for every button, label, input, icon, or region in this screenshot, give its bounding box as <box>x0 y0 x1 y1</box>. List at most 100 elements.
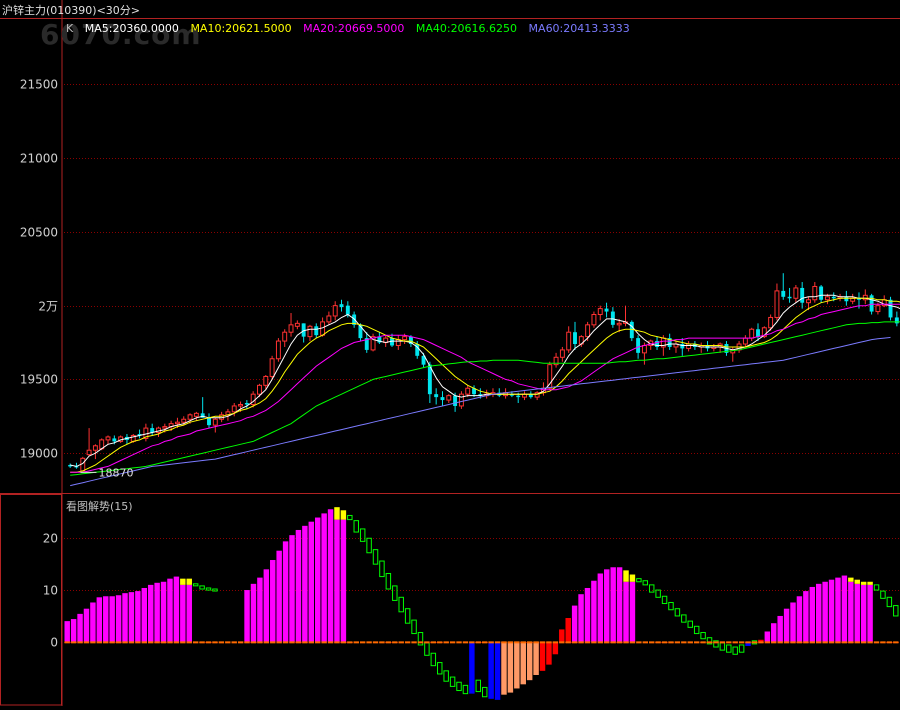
indicator-hollow-bar <box>353 520 359 533</box>
indicator-bar <box>790 602 796 642</box>
indicator-bar <box>867 584 873 642</box>
candle-body <box>162 426 168 429</box>
indicator-bar <box>488 641 494 699</box>
candle-body <box>174 421 180 425</box>
indicator-yellow-cap <box>860 581 867 585</box>
candle-body <box>231 405 237 413</box>
candle-body <box>92 445 98 451</box>
indicator-bar <box>783 608 790 642</box>
candle-body <box>244 403 249 405</box>
indicator-hollow-bar <box>424 642 430 656</box>
indicator-hollow-bar <box>655 589 661 598</box>
candle-body <box>294 322 300 327</box>
indicator-bar <box>154 582 160 642</box>
candle-body <box>781 290 786 297</box>
indicator-bar <box>591 580 597 642</box>
indicator-bar <box>295 529 302 642</box>
indicator-bar <box>270 560 276 642</box>
ma-line-ma20 <box>70 303 900 473</box>
indicator-bar <box>115 595 122 642</box>
candle-body <box>339 304 344 308</box>
indicator-yellow-cap <box>854 579 860 584</box>
indicator-bar <box>494 641 501 700</box>
sub-y-tick-label: 20 <box>43 532 58 546</box>
indicator-bar <box>848 581 854 642</box>
candle-body <box>314 326 319 336</box>
candle-body <box>768 316 774 329</box>
candle-body <box>616 322 622 326</box>
candle-body <box>465 387 471 395</box>
legend-k: K <box>66 22 74 35</box>
indicator-bar <box>526 641 533 681</box>
indicator-bar <box>122 593 128 642</box>
indicator-yellow-cap <box>180 578 186 585</box>
indicator-bar <box>610 567 616 642</box>
indicator-hollow-bar <box>668 601 674 611</box>
candle-body <box>105 436 111 441</box>
indicator-bar <box>70 619 77 642</box>
ma-line-ma10 <box>70 297 900 473</box>
indicator-hollow-bar <box>372 549 379 565</box>
candle-body <box>257 384 262 395</box>
indicator-bar <box>578 594 584 642</box>
candle-body <box>844 296 849 302</box>
indicator-hollow-bar <box>893 605 899 617</box>
candle-body <box>181 418 187 423</box>
candle-body <box>831 296 836 299</box>
indicator-hollow-bar <box>192 583 199 587</box>
indicator-hollow-bar <box>449 676 456 687</box>
candle-body <box>774 290 780 318</box>
candle-body <box>187 414 193 420</box>
indicator-bar <box>584 587 591 642</box>
candle-body <box>806 299 811 304</box>
candle-body <box>516 395 521 398</box>
indicator-bar <box>276 550 282 642</box>
indicator-yellow-cap <box>340 510 347 520</box>
indicator-hollow-bar <box>475 679 482 693</box>
indicator-yellow-cap <box>848 577 854 582</box>
candle-body <box>756 329 760 337</box>
ma-legend: K MA5:20360.0000 MA10:20621.5000 MA20:20… <box>66 22 638 35</box>
candle-body <box>269 358 275 377</box>
candle-body <box>597 308 603 316</box>
y-tick-label: 21000 <box>20 152 58 166</box>
indicator-hollow-bar <box>681 614 687 623</box>
indicator-bar <box>552 641 559 655</box>
candle-body <box>800 287 805 303</box>
indicator-bar <box>559 629 565 642</box>
indicator-hollow-bar <box>726 644 732 653</box>
candle-body <box>446 395 452 401</box>
candle-body <box>395 339 401 346</box>
candle-body <box>888 299 893 318</box>
indicator-bar <box>302 525 308 642</box>
candle-body <box>307 325 313 338</box>
indicator-bar <box>83 608 90 642</box>
candle-body <box>787 296 792 299</box>
indicator-bar <box>340 519 347 642</box>
candle-body <box>585 324 591 338</box>
indicator-bar <box>764 631 771 642</box>
indicator-bar <box>822 581 828 642</box>
indicator-hollow-bar <box>385 572 392 590</box>
indicator-bar <box>539 641 546 671</box>
candle-body <box>86 449 92 456</box>
candle-body <box>458 393 464 407</box>
indicator-bar <box>77 613 83 642</box>
candle-body <box>207 417 211 426</box>
indicator-yellow-cap <box>867 581 873 585</box>
indicator-bar <box>841 575 848 642</box>
candle-body <box>742 337 748 345</box>
indicator-bar <box>109 596 115 642</box>
ma-line-ma40 <box>70 321 900 476</box>
indicator-bar <box>777 615 783 642</box>
indicator-hollow-bar <box>398 596 404 613</box>
indicator-hollow-bar <box>199 585 205 590</box>
candle-body <box>610 311 615 325</box>
indicator-bar <box>629 581 636 642</box>
indicator-hollow-bar <box>359 528 366 542</box>
indicator-bar <box>604 569 610 642</box>
indicator-hollow-bar <box>205 587 212 591</box>
candle-body <box>288 324 294 333</box>
indicator-bar <box>623 581 629 642</box>
y-tick-label: 21500 <box>20 78 58 92</box>
